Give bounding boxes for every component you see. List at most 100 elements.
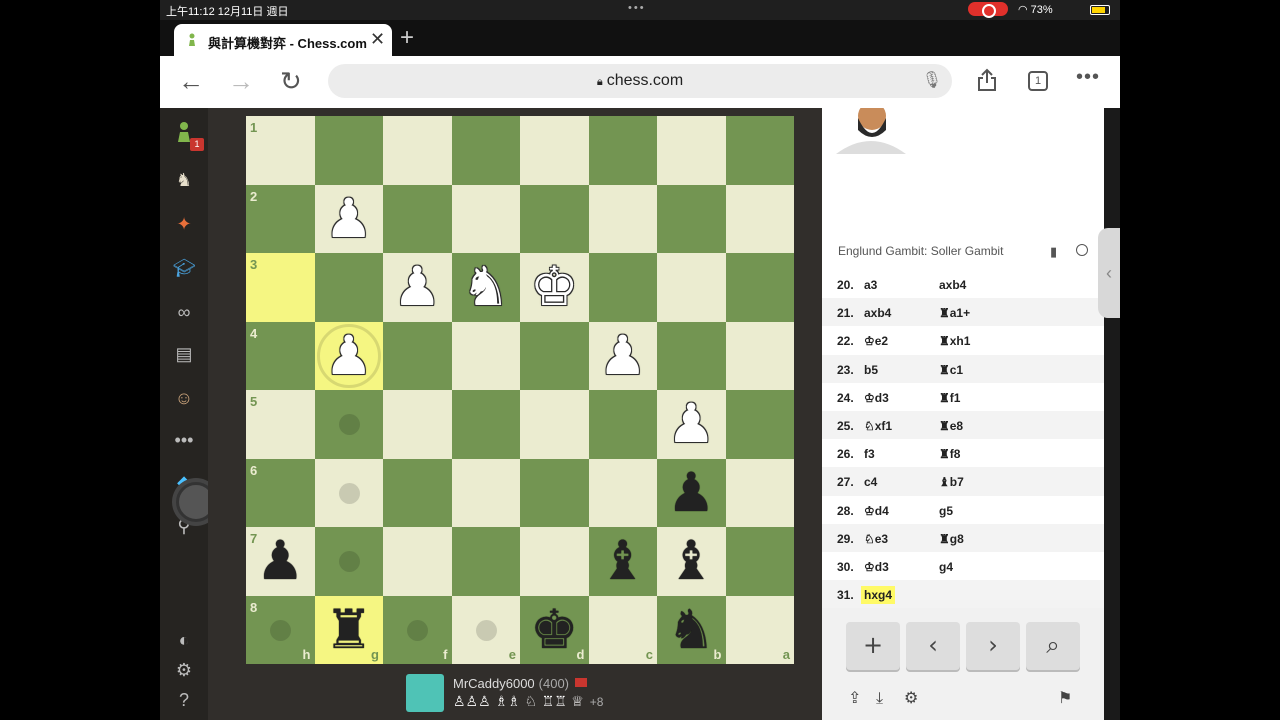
square-g1[interactable] [314,116,383,185]
legal-move-dot[interactable] [338,551,360,572]
share-icon[interactable] [976,68,998,92]
square-f2[interactable] [383,184,452,253]
black-piece-c7[interactable]: ♝ [589,527,658,596]
download-icon[interactable]: ⤓ [876,688,883,708]
square-b8[interactable]: b ♞ [657,595,726,664]
black-piece-h7[interactable]: ♟ [246,527,315,596]
white-piece-e3[interactable]: ♞ [452,253,521,322]
tab-close-button[interactable]: ✕ [370,29,385,50]
puzzle-icon[interactable]: ✦ [172,212,196,236]
square-c4[interactable]: ♟ [588,321,658,391]
square-f6[interactable] [383,458,452,527]
new-game-button[interactable]: + [846,622,900,670]
more-menu-button[interactable]: ••• [1076,66,1100,89]
square-d8[interactable]: d ♚ [520,595,589,665]
square-a6[interactable] [725,458,794,527]
square-d4[interactable] [520,321,589,390]
white-move[interactable]: ♔e2 [864,334,888,348]
microphone-icon[interactable]: 🎙︎ [922,64,942,98]
square-a7[interactable] [725,527,794,596]
legal-move-dot[interactable] [338,414,360,435]
white-move[interactable]: hxg4 [861,586,896,605]
square-h2[interactable]: 2 [246,184,315,253]
black-move[interactable]: ♝b7 [939,475,964,489]
square-h6[interactable]: 6 [246,458,315,527]
white-piece-b5[interactable]: ♟ [657,390,726,459]
square-c1[interactable] [588,116,657,185]
square-a1[interactable] [725,116,794,185]
screen-record-icon[interactable] [968,2,1008,18]
player-avatar[interactable] [406,674,444,712]
share-icon[interactable]: ⇪ [848,688,861,707]
black-move[interactable]: ♜xh1 [939,334,970,348]
white-piece-f3[interactable]: ♟ [383,253,452,322]
white-piece-g2[interactable]: ♟ [315,185,384,254]
square-d6[interactable] [520,458,589,527]
forward-button[interactable]: → [228,66,254,97]
learn-graduation-icon[interactable]: 🎓︎ [172,256,196,280]
square-h4[interactable]: 4 [246,321,315,390]
square-d5[interactable] [520,390,589,459]
square-e4[interactable] [451,321,520,390]
clock-icon[interactable] [1076,244,1088,256]
square-e2[interactable] [451,184,520,253]
square-b2[interactable] [657,184,726,253]
square-c2[interactable] [588,184,657,253]
black-piece-b7[interactable]: ♝ [657,527,726,596]
puzzles-piece-icon[interactable]: ♞ [172,168,196,192]
analysis-button[interactable]: ⌕ [1026,622,1080,670]
white-move[interactable]: ♔d3 [864,560,889,574]
black-move[interactable]: ♜f8 [939,447,960,461]
square-e5[interactable] [451,390,520,459]
black-move[interactable]: ♜c1 [939,363,963,377]
square-f5[interactable] [383,390,452,459]
square-f1[interactable] [383,116,452,185]
black-move[interactable]: ♜a1+ [939,306,970,320]
settings-gear-icon[interactable]: ⚙ [172,658,196,682]
square-b4[interactable] [657,321,726,390]
opening-book-icon[interactable]: ▮ [1050,244,1057,260]
square-b1[interactable] [657,116,726,185]
white-move[interactable]: a3 [864,278,877,292]
square-d2[interactable] [520,184,589,253]
black-move[interactable]: ♜e8 [939,419,963,433]
square-h8[interactable]: 8h [246,595,315,664]
square-e3[interactable]: ♞ [451,253,521,322]
square-g6[interactable] [314,458,383,527]
square-c6[interactable] [588,458,657,527]
square-d1[interactable] [520,116,589,185]
white-piece-c4[interactable]: ♟ [589,322,658,391]
new-tab-button[interactable]: + [400,24,414,52]
black-move[interactable]: ♜g8 [939,532,964,546]
square-c7[interactable]: ♝ [588,527,658,596]
previous-move-button[interactable]: ‹ [906,622,960,670]
back-button[interactable]: ← [178,66,204,97]
square-g4[interactable]: ♟ [314,321,383,390]
url-field[interactable]: 🔒︎ chess.com 🎙︎ [328,64,952,98]
white-move[interactable]: ♘xf1 [864,419,892,433]
black-piece-d8[interactable]: ♚ [520,596,589,665]
square-f7[interactable] [383,527,452,596]
square-a3[interactable] [725,253,794,322]
white-move[interactable]: ♔d3 [864,391,889,405]
legal-move-dot[interactable] [270,619,291,641]
square-e1[interactable] [451,116,520,185]
white-piece-d3[interactable]: ♚ [520,253,589,322]
tab-count-button[interactable]: 1 [1028,71,1048,91]
legal-move-dot[interactable] [338,482,360,504]
square-a4[interactable] [725,321,794,390]
next-move-button[interactable]: › [966,622,1020,670]
reload-button[interactable]: ↻ [280,66,302,97]
square-f3[interactable]: ♟ [383,253,452,322]
square-g2[interactable]: ♟ [314,184,384,254]
watch-binoculars-icon[interactable]: ∞ [172,300,196,324]
chess-board[interactable]: 1 2 ♟ 3 ♟ ♞ ♚ 4 ♟ ♟ 5 ♟ 6 ♟ 7 ♟ ♝ ♝ 8 h g ♜ f e d ♚ c b ♞ a [246,116,794,664]
square-a2[interactable] [725,184,794,253]
square-e8[interactable]: e [451,595,520,664]
square-g5[interactable] [314,390,383,459]
help-icon[interactable]: ? [172,688,196,712]
white-move[interactable]: axb4 [864,306,891,320]
white-move[interactable]: ♔d4 [864,504,889,518]
square-c3[interactable] [588,253,657,322]
settings-gear-icon[interactable]: ⚙ [904,688,918,707]
